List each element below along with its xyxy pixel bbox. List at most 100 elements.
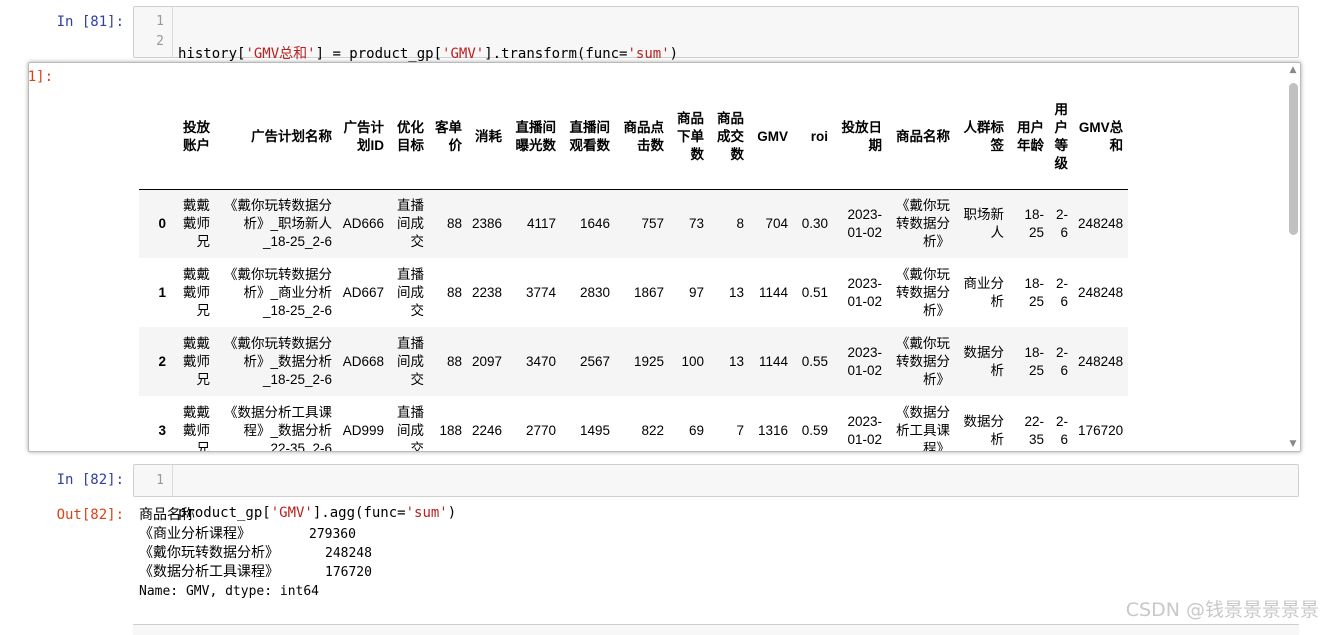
table-cell: 2023-01-02: [847, 413, 883, 447]
table-cell: 《戴你玩转数据分析》: [896, 266, 951, 318]
table-cell: 73: [689, 215, 705, 231]
table-cell: 97: [689, 284, 705, 300]
table-cell: 戴戴戴师兄: [183, 266, 210, 318]
scroll-down-icon[interactable]: ▼: [1288, 439, 1298, 449]
table-cell: 18-25: [1024, 206, 1045, 240]
table-cell: 1646: [580, 215, 611, 231]
table-cell: 2-6: [1056, 344, 1069, 378]
row-index: 0: [158, 215, 166, 231]
line-number: 1: [156, 473, 164, 488]
series-index-name: 商品名称: [139, 507, 195, 523]
table-cell: 3774: [526, 284, 557, 300]
table-cell: 88: [446, 284, 462, 300]
table-cell: 2-6: [1056, 275, 1069, 309]
column-header: 商品下单数: [677, 110, 705, 162]
table-cell: 2386: [472, 215, 503, 231]
table-cell: 直播间成交: [397, 266, 424, 318]
table-cell: 《戴你玩转数据分析》_职场新人_18-25_2-6: [224, 197, 332, 249]
table-cell: 《戴你玩转数据分析》: [896, 197, 951, 249]
column-header: 广告计划ID: [343, 119, 385, 153]
series-dtype-footer: Name: GMV, dtype: int64: [139, 584, 320, 599]
series-row: 《数据分析工具课程》 176720: [139, 564, 372, 580]
row-index: 2: [158, 353, 166, 369]
watermark: CSDN @钱景景景景景: [1125, 599, 1319, 621]
table-cell: 2246: [472, 422, 503, 438]
table-cell: 1144: [759, 284, 789, 300]
table-cell: 数据分析: [963, 344, 1005, 378]
table-cell: 1144: [759, 353, 789, 369]
table-cell: 4117: [527, 215, 557, 231]
table-cell: 2238: [472, 284, 503, 300]
table-cell: 1316: [758, 422, 789, 438]
table-cell: 0.51: [801, 284, 829, 300]
table-cell: 职场新人: [963, 206, 1005, 240]
table-cell: 176720: [1078, 422, 1124, 438]
column-header: 广告计划名称: [251, 128, 332, 144]
table-cell: 757: [641, 215, 665, 231]
table-cell: 2830: [580, 284, 611, 300]
series-row: 《商业分析课程》 279360: [139, 526, 356, 542]
table-cell: 18-25: [1024, 275, 1045, 309]
input-prompt-81: In [81]:: [56, 14, 124, 30]
line-number: 1: [156, 14, 164, 29]
table-cell: 戴戴戴师兄: [183, 404, 210, 452]
scrollbar-thumb[interactable]: [1289, 83, 1298, 235]
table-row: 0 戴戴戴师兄 《戴你玩转数据分析》_职场新人_18-25_2-6 AD666 直播间成…: [139, 189, 1129, 258]
input-prompt-82: In [82]:: [56, 472, 124, 488]
code-cell-82[interactable]: 1 product_gp['GMV'].agg(func='sum'): [133, 464, 1299, 521]
scroll-up-icon[interactable]: ▲: [1288, 65, 1298, 75]
table-row: 2 戴戴戴师兄 《戴你玩转数据分析》_数据分析_18-25_2-6 AD668 直播间成…: [139, 327, 1129, 396]
table-cell: 2770: [526, 422, 557, 438]
column-header: 消耗: [475, 128, 503, 144]
table-row: 3 戴戴戴师兄 《数据分析工具课程》_数据分析_22-35_2-6 AD999 直播间成…: [139, 396, 1128, 452]
column-header: 商品名称: [896, 128, 951, 144]
table-cell: 商业分析: [963, 275, 1005, 309]
row-index: 3: [158, 422, 166, 438]
table-cell: AD999: [342, 422, 384, 438]
table-cell: AD668: [342, 353, 384, 369]
table-cell: 22-35: [1024, 413, 1045, 447]
table-cell: 704: [765, 215, 789, 231]
table-cell: 数据分析: [963, 413, 1005, 447]
line-number: 2: [156, 34, 164, 49]
table-cell: 18-25: [1024, 344, 1045, 378]
column-header: 投放日期: [841, 119, 883, 153]
table-cell: 《戴你玩转数据分析》_商业分析_18-25_2-6: [224, 266, 332, 318]
column-header: 用户等级: [1054, 101, 1069, 171]
dataframe-table: 投放账户 广告计划名称 广告计划ID 优化目标 客单价 消耗 直播间曝光数 直播…: [139, 85, 1129, 452]
column-header: 直播间观看数: [569, 119, 611, 153]
code-cell-81[interactable]: 1 2 history['GMV总和'] = product_gp['GMV']…: [133, 6, 1299, 114]
table-cell: 13: [729, 353, 745, 369]
table-cell: 2-6: [1056, 413, 1069, 447]
table-cell: 100: [681, 353, 705, 369]
table-cell: 248248: [1078, 284, 1124, 300]
table-cell: 《数据分析工具课程》_数据分析_22-35_2-6: [224, 404, 332, 452]
table-header-row: 投放账户 广告计划名称 广告计划ID 优化目标 客单价 消耗 直播间曝光数 直播…: [139, 85, 1129, 189]
table-cell: 直播间成交: [397, 404, 424, 452]
column-header: 商品点击数: [623, 119, 665, 153]
table-cell: 《戴你玩转数据分析》_数据分析_18-25_2-6: [224, 335, 332, 387]
table-row: 1 戴戴戴师兄 《戴你玩转数据分析》_商业分析_18-25_2-6 AD667 直播间成…: [139, 258, 1128, 327]
table-cell: 248248: [1078, 215, 1124, 231]
line-number-gutter: 1: [134, 465, 173, 496]
column-header: GMV: [757, 128, 789, 144]
output-prompt-82: Out[82]:: [56, 507, 124, 523]
table-cell: 2567: [580, 353, 611, 369]
table-cell: 88: [446, 215, 462, 231]
table-cell: 7: [736, 422, 745, 438]
table-cell: 1925: [634, 353, 665, 369]
table-cell: 822: [641, 422, 665, 438]
column-header: 客单价: [435, 119, 462, 153]
table-cell: 8: [736, 215, 745, 231]
column-header: roi: [810, 128, 829, 144]
table-cell: AD667: [342, 284, 384, 300]
output-scrollbar[interactable]: ▲ ▼: [1286, 63, 1300, 451]
output-area-82: 商品名称 《商业分析课程》 279360 《戴你玩转数据分析》 248248 《数据…: [139, 506, 372, 601]
table-cell: 1867: [634, 284, 665, 300]
output-area-81[interactable]: Out[81]: 投放账户 广告计划名称 广告计划ID 优化目标 客单价 消耗 …: [28, 62, 1301, 452]
table-cell: 0.59: [801, 422, 829, 438]
column-header: 投放账户: [183, 119, 210, 153]
table-cell: 《数据分析工具课程》: [896, 404, 951, 452]
code-line-1: history['GMV总和'] = product_gp['GMV'].tra…: [178, 46, 679, 62]
column-header: GMV总和: [1078, 119, 1124, 153]
